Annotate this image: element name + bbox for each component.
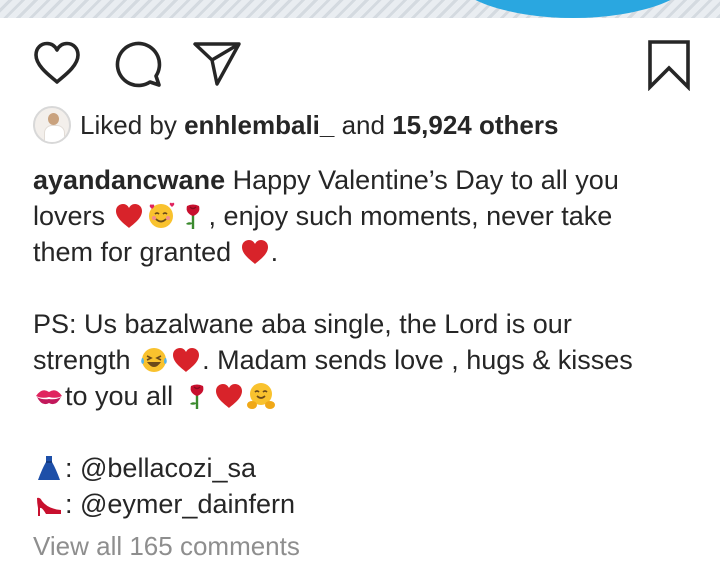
heart-outline-icon (34, 41, 80, 84)
likes-summary[interactable]: Liked by enhlembali_ and 15,924 others (80, 110, 558, 140)
red-heart-icon (114, 201, 144, 231)
caption-line: ayandancwane Happy Valentine’s Day to al… (33, 162, 693, 198)
caption-line: strength . Madam sends love , hugs & kis… (33, 342, 693, 378)
caption-text: . Madam sends love , hugs & kisses (202, 345, 633, 375)
pool-water (448, 0, 698, 18)
caption-line: them for granted . (33, 234, 693, 270)
credit-dress[interactable]: : @bellacozi_sa (65, 453, 256, 483)
post-caption: ayandancwane Happy Valentine’s Day to al… (33, 162, 693, 522)
caption-text: , enjoy such moments, never take (208, 201, 613, 231)
high-heeled-shoe-icon (34, 489, 64, 519)
like-button[interactable] (33, 40, 81, 86)
save-button[interactable] (646, 39, 692, 91)
liked-by-username[interactable]: enhlembali_ (184, 110, 334, 140)
red-heart-icon (214, 381, 244, 411)
caption-line: : @bellacozi_sa (33, 450, 693, 486)
speech-bubble-icon (115, 41, 162, 88)
comment-button[interactable] (113, 39, 163, 89)
caption-text: strength (33, 345, 131, 375)
likes-row[interactable]: Liked by enhlembali_ and 15,924 others (33, 104, 558, 146)
caption-text: to you all (65, 381, 174, 411)
rose-icon (178, 201, 208, 231)
share-button[interactable] (192, 41, 242, 87)
tears-of-joy-icon (139, 345, 169, 375)
likes-count[interactable]: 15,924 others (392, 110, 558, 140)
caption-line: : @eymer_dainfern (33, 486, 693, 522)
caption-text: . (270, 237, 279, 267)
rose-icon (182, 381, 212, 411)
post-action-bar (0, 36, 720, 96)
view-all-comments-link[interactable]: View all 165 comments (33, 531, 300, 561)
kiss-mark-icon (34, 381, 64, 411)
caption-line: lovers , enjoy such moments, never take (33, 198, 693, 234)
caption-line: PS: Us bazalwane aba single, the Lord is… (33, 306, 693, 342)
dress-icon (34, 453, 64, 483)
red-heart-icon (240, 237, 270, 267)
avatar-head (48, 113, 59, 125)
caption-line: to you all (33, 378, 693, 414)
caption-text: lovers (33, 201, 106, 231)
caption-text: Happy Valentine’s Day to all you (232, 165, 619, 195)
credit-shoes[interactable]: : @eymer_dainfern (65, 489, 295, 519)
red-heart-icon (171, 345, 201, 375)
post-image-edge[interactable] (0, 0, 720, 18)
avatar[interactable] (33, 106, 71, 144)
caption-text: them for granted (33, 237, 232, 267)
bookmark-icon (648, 40, 690, 91)
hugging-face-icon (246, 381, 276, 411)
paper-plane-icon (193, 42, 241, 86)
liked-by-conjunction: and (341, 110, 385, 140)
avatar-body (44, 125, 65, 142)
smiling-face-with-hearts-icon (146, 201, 176, 231)
caption-text: PS: Us bazalwane aba single, the Lord is… (33, 309, 572, 339)
caption-username[interactable]: ayandancwane (33, 165, 225, 195)
liked-by-prefix: Liked by (80, 110, 177, 140)
